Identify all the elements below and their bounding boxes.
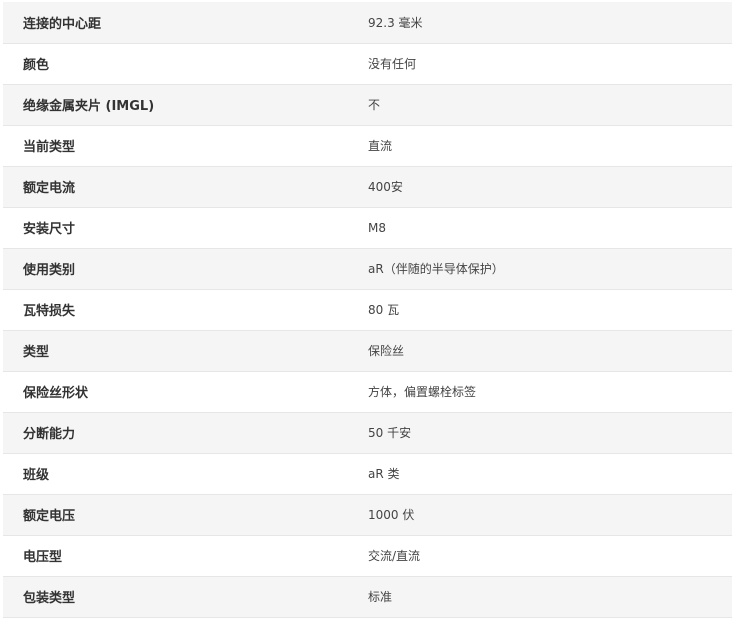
spec-label: 使用类别 <box>3 248 368 290</box>
spec-label: 额定电压 <box>3 494 368 536</box>
spec-label: 连接的中心距 <box>3 2 368 44</box>
spec-value: aR 类 <box>368 453 732 495</box>
spec-table-body: 连接的中心距 92.3 毫米 颜色 没有任何 绝缘金属夹片 (IMGL) 不当前类型 直流额… <box>3 2 732 618</box>
spec-label: 包装类型 <box>3 576 368 618</box>
spec-value: 方体，偏置螺栓标签 <box>368 371 732 413</box>
table-row: 班级 aR 类 <box>3 453 732 495</box>
table-row: 包装类型 标准 <box>3 576 732 618</box>
spec-value: 92.3 毫米 <box>368 2 732 44</box>
spec-value: 交流/直流 <box>368 535 732 577</box>
spec-value: 直流 <box>368 125 732 167</box>
spec-table: 连接的中心距 92.3 毫米 颜色 没有任何 绝缘金属夹片 (IMGL) 不当前类型 直流额… <box>3 2 732 618</box>
spec-value: 没有任何 <box>368 43 732 85</box>
table-row: 额定电流 400安 <box>3 166 732 208</box>
table-row: 使用类别 aR（伴随的半导体保护） <box>3 248 732 290</box>
table-row: 连接的中心距 92.3 毫米 <box>3 2 732 44</box>
table-row: 类型 保险丝 <box>3 330 732 372</box>
spec-value: 保险丝 <box>368 330 732 372</box>
table-row: 绝缘金属夹片 (IMGL) 不 <box>3 84 732 126</box>
spec-label: 班级 <box>3 453 368 495</box>
table-row: 颜色 没有任何 <box>3 43 732 85</box>
table-row: 当前类型 直流 <box>3 125 732 167</box>
table-row: 电压型 交流/直流 <box>3 535 732 577</box>
spec-value: 1000 伏 <box>368 494 732 536</box>
table-row: 分断能力 50 千安 <box>3 412 732 454</box>
table-row: 保险丝形状 方体，偏置螺栓标签 <box>3 371 732 413</box>
spec-label: 安装尺寸 <box>3 207 368 249</box>
spec-value: 50 千安 <box>368 412 732 454</box>
table-row: 额定电压 1000 伏 <box>3 494 732 536</box>
spec-value: aR（伴随的半导体保护） <box>368 248 732 290</box>
spec-value: 400安 <box>368 166 732 208</box>
spec-label: 瓦特损失 <box>3 289 368 331</box>
spec-label: 绝缘金属夹片 (IMGL) <box>3 84 368 126</box>
spec-label: 颜色 <box>3 43 368 85</box>
spec-label: 类型 <box>3 330 368 372</box>
spec-value: 80 瓦 <box>368 289 732 331</box>
spec-label: 当前类型 <box>3 125 368 167</box>
spec-label: 分断能力 <box>3 412 368 454</box>
spec-value: 不 <box>368 84 732 126</box>
table-row: 瓦特损失 80 瓦 <box>3 289 732 331</box>
spec-value: M8 <box>368 207 732 249</box>
spec-label: 额定电流 <box>3 166 368 208</box>
table-row: 安装尺寸 M8 <box>3 207 732 249</box>
spec-label: 保险丝形状 <box>3 371 368 413</box>
spec-value: 标准 <box>368 576 732 618</box>
spec-label: 电压型 <box>3 535 368 577</box>
